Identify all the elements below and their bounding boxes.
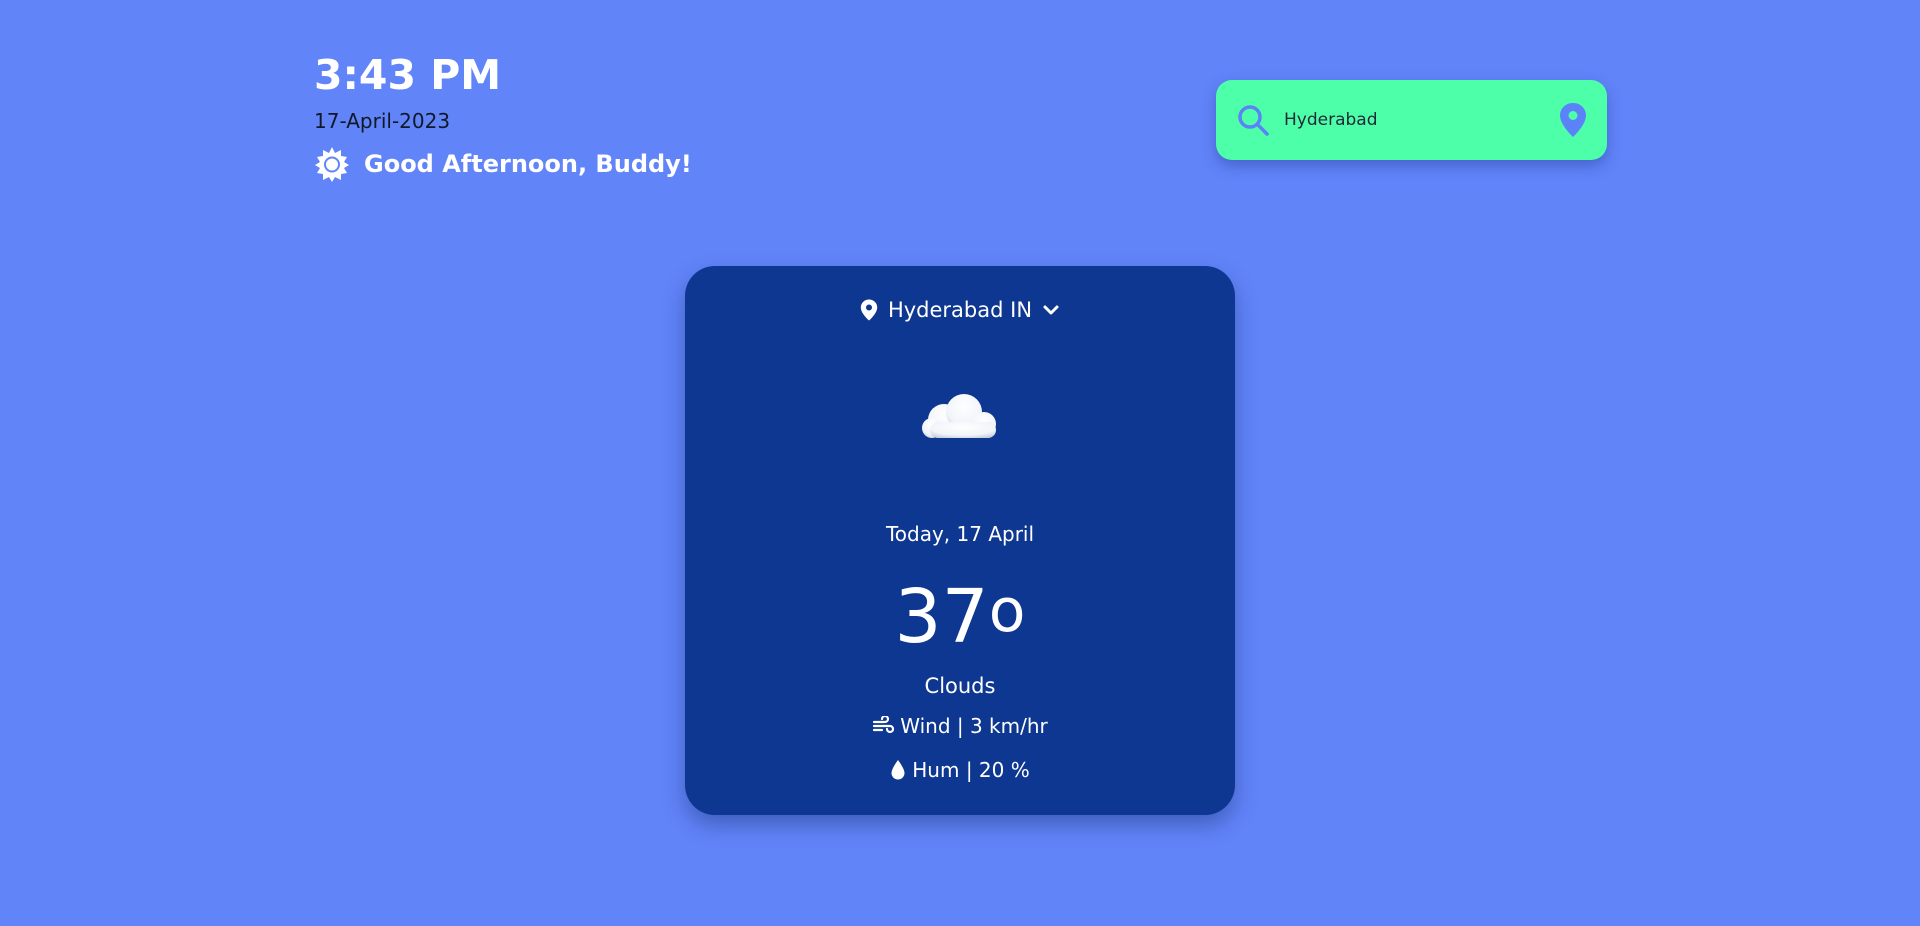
greeting: Good Afternoon, Buddy! <box>314 146 692 182</box>
header: 3:43 PM 17-April-2023 Good Afternoon, Bu… <box>314 48 692 182</box>
map-pin-icon[interactable] <box>1559 102 1587 138</box>
degree-symbol: o <box>988 576 1026 646</box>
humidity-value: Hum | 20 % <box>912 758 1030 782</box>
wind-stat: Wind | 3 km/hr <box>685 714 1235 738</box>
search-bar <box>1216 80 1607 160</box>
humidity-stat: Hum | 20 % <box>685 758 1235 782</box>
greeting-text: Good Afternoon, Buddy! <box>364 150 692 178</box>
weather-card: Hyderabad IN Today, 17 April 37o Clouds … <box>685 266 1235 815</box>
wind-icon <box>872 716 895 736</box>
sun-icon <box>314 146 350 182</box>
temperature-value: 37 <box>894 574 989 660</box>
city-search-input[interactable] <box>1284 110 1549 130</box>
cloud-icon <box>912 386 1008 446</box>
location-name: Hyderabad IN <box>887 298 1033 322</box>
map-pin-icon <box>860 299 878 321</box>
temperature: 37o <box>685 574 1235 660</box>
location-selector[interactable]: Hyderabad IN <box>685 298 1235 322</box>
current-date: 17-April-2023 <box>314 109 451 133</box>
clock-time: 3:43 PM <box>314 51 502 99</box>
chevron-down-icon[interactable] <box>1042 303 1060 317</box>
wind-value: Wind | 3 km/hr <box>900 714 1048 738</box>
today-date: Today, 17 April <box>885 522 1035 546</box>
weather-condition: Clouds <box>924 674 996 698</box>
search-icon[interactable] <box>1236 103 1270 137</box>
droplet-icon <box>890 759 906 781</box>
